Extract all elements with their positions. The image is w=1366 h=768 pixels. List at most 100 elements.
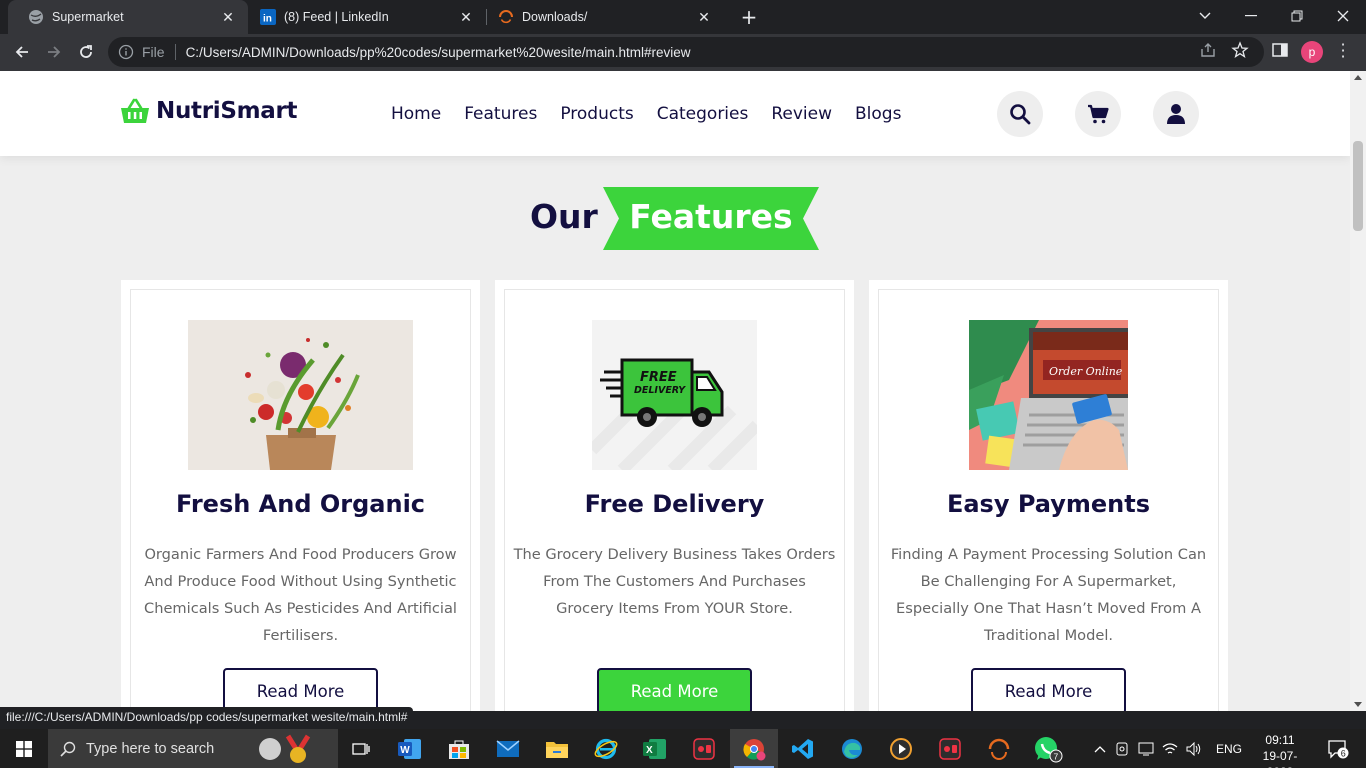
whatsapp-badge: 7 [1054, 751, 1059, 761]
screen-recorder-icon[interactable] [680, 729, 728, 768]
clock-time: 09:11 [1265, 733, 1295, 747]
chrome-icon[interactable] [730, 729, 778, 768]
recorder-icon[interactable] [926, 729, 974, 768]
scheme-label: File [142, 44, 165, 60]
whatsapp-icon[interactable]: 7 [1024, 729, 1072, 768]
clock-date: 19-07-2023 [1262, 749, 1298, 768]
scroll-thumb[interactable] [1353, 141, 1363, 231]
truck-text-delivery: DELIVERY [634, 385, 686, 396]
read-more-button[interactable]: Read More [971, 668, 1126, 711]
search-placeholder: Type here to search [86, 740, 215, 757]
notification-center-icon[interactable]: 6 [1318, 729, 1358, 768]
nav-home[interactable]: Home [391, 104, 441, 124]
tab-search-icon[interactable] [1182, 0, 1228, 32]
user-button[interactable] [1153, 91, 1199, 137]
network-icon[interactable] [1158, 742, 1182, 756]
card-title: Easy Payments [946, 490, 1151, 518]
internet-explorer-icon[interactable] [582, 729, 630, 768]
delivery-truck-image: FREE DELIVERY [592, 320, 757, 470]
feature-card-payments: Order Online Easy Payments Finding A Pay… [869, 280, 1228, 711]
taskbar-clock[interactable]: 09:11 19-07-2023 [1250, 732, 1310, 768]
laptop-payment-image: Order Online [969, 320, 1128, 470]
card-text: The Grocery Delivery Business Takes Orde… [513, 546, 836, 617]
taskbar-search-input[interactable]: Type here to search [48, 729, 338, 768]
cart-icon [1088, 104, 1109, 124]
new-tab-icon[interactable]: + [737, 5, 761, 29]
linkedin-icon: in [260, 9, 276, 25]
scroll-down-icon[interactable] [1354, 702, 1362, 707]
svg-text:X: X [646, 745, 653, 756]
basket-icon [121, 98, 149, 123]
medal-icon [259, 734, 311, 763]
tab-label: Supermarket [52, 10, 124, 24]
side-panel-icon[interactable] [1271, 41, 1289, 59]
media-player-icon[interactable] [877, 729, 925, 768]
browser-toolbar: File C:/Users/ADMIN/Downloads/pp%20codes… [0, 34, 1366, 71]
nav-products[interactable]: Products [560, 104, 633, 124]
menu-kebab-icon[interactable]: · · · [1338, 37, 1348, 65]
excel-icon[interactable]: X [631, 729, 679, 768]
nav-blogs[interactable]: Blogs [855, 104, 901, 124]
main-nav: Home Features Products Categories Review… [391, 104, 901, 124]
tab-downloads[interactable]: Downloads/ ✕ [478, 0, 724, 34]
nav-features[interactable]: Features [464, 104, 537, 124]
loading-app-icon[interactable] [975, 729, 1023, 768]
profile-avatar[interactable]: p [1301, 41, 1323, 63]
url-text[interactable]: C:/Users/ADMIN/Downloads/pp%20codes/supe… [186, 45, 691, 60]
screen-icon[interactable] [1134, 742, 1158, 756]
address-divider [174, 44, 176, 60]
user-icon [1167, 104, 1185, 124]
site-header: NutriSmart Home Features Products Catego… [0, 71, 1350, 156]
close-window-icon[interactable] [1320, 0, 1366, 32]
windows-start-icon[interactable] [0, 729, 48, 768]
share-icon[interactable] [1199, 41, 1217, 59]
tab-supermarket[interactable]: Supermarket ✕ [8, 0, 248, 34]
language-indicator[interactable]: ENG [1216, 742, 1242, 756]
search-button[interactable] [997, 91, 1043, 137]
forward-arrow-icon[interactable] [40, 38, 68, 66]
vegetables-bag-image [188, 320, 413, 470]
page-scrollbar[interactable] [1350, 71, 1366, 711]
truck-text-free: FREE [640, 370, 677, 385]
nav-review[interactable]: Review [771, 104, 832, 124]
info-icon[interactable] [118, 44, 134, 60]
site-logo[interactable]: NutriSmart [120, 97, 298, 125]
search-icon [1010, 104, 1031, 125]
minimize-icon[interactable] [1228, 0, 1274, 32]
scroll-up-icon[interactable] [1354, 75, 1362, 80]
loading-icon [498, 9, 514, 25]
close-icon[interactable]: ✕ [458, 9, 474, 25]
store-icon[interactable] [435, 729, 483, 768]
device-icon[interactable] [1110, 742, 1134, 756]
file-explorer-icon[interactable] [533, 729, 581, 768]
tab-linkedin[interactable]: in (8) Feed | LinkedIn ✕ [240, 0, 486, 34]
feature-card-delivery: FREE DELIVERY Free Delivery The Grocery … [495, 280, 854, 711]
restore-icon[interactable] [1274, 0, 1320, 32]
word-icon[interactable]: W [386, 729, 434, 768]
windows-taskbar: Type here to search W X 7 ENG 09:11 19-0… [0, 729, 1366, 768]
tab-label: (8) Feed | LinkedIn [284, 10, 389, 24]
card-text: Organic Farmers And Food Producers Grow … [144, 546, 457, 644]
bookmark-star-icon[interactable] [1231, 41, 1249, 59]
edge-icon[interactable] [828, 729, 876, 768]
search-icon [60, 741, 76, 757]
chevron-up-icon[interactable] [1090, 745, 1110, 753]
feature-card-fresh: Fresh And Organic Organic Farmers And Fo… [121, 280, 480, 711]
read-more-button[interactable]: Read More [597, 668, 752, 711]
reload-icon[interactable] [72, 38, 100, 66]
heading-badge: Features [603, 187, 819, 250]
link-status-bar: file:///C:/Users/ADMIN/Downloads/pp code… [0, 707, 414, 729]
vscode-icon[interactable] [779, 729, 827, 768]
task-view-icon[interactable] [338, 729, 384, 768]
mail-icon[interactable] [484, 729, 532, 768]
laptop-text: Order Online [1049, 365, 1123, 378]
volume-icon[interactable] [1182, 741, 1206, 756]
cart-button[interactable] [1075, 91, 1121, 137]
read-more-button[interactable]: Read More [223, 668, 378, 711]
close-icon[interactable]: ✕ [220, 9, 236, 25]
nav-categories[interactable]: Categories [657, 104, 749, 124]
close-icon[interactable]: ✕ [696, 9, 712, 25]
address-bar[interactable]: File C:/Users/ADMIN/Downloads/pp%20codes… [108, 37, 1264, 67]
back-arrow-icon[interactable] [8, 38, 36, 66]
card-title: Free Delivery [584, 490, 765, 518]
